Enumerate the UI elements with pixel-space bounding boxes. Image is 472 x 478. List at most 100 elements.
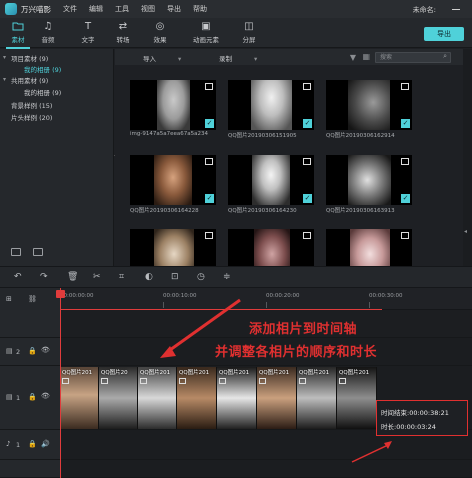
track-header-audio1: ♪ 1 🔒 🔊 [0,430,60,460]
image-type-icon [205,232,213,239]
track-number: 1 [16,441,21,449]
tab-transition-label: 转场 [116,36,130,44]
record-dropdown[interactable]: 录制 ▾ [219,53,257,63]
text-icon: T [84,20,92,32]
playhead[interactable] [60,288,61,478]
tab-effect[interactable]: ◎ 效果 [144,20,176,46]
expand-arrow-icon[interactable]: ▾ [3,76,6,83]
speed-icon[interactable]: ◷ [197,272,205,282]
media-thumb[interactable]: ✓ [326,80,412,130]
media-browser: 导入 ▾ 录制 ▾ ▼ ▦ 搜索 ⌕ ✓ img-9147a5a7eea67a5a2… [115,49,463,266]
track-number: 1 [16,394,21,402]
eye-icon[interactable]: 👁 [41,346,50,354]
filter-icon[interactable]: ▼ [350,53,356,62]
track-header-video1: ▤ 1 🔒 👁 [0,366,60,430]
menu-view[interactable]: 视图 [141,4,155,14]
color-icon[interactable]: ◐ [145,272,153,282]
search-icon[interactable]: ⌕ [443,52,447,61]
minimize-icon[interactable] [452,9,460,10]
tab-media[interactable]: 素材 [2,20,34,49]
link-icon[interactable]: ⛓ [28,295,37,303]
cut-icon[interactable]: ✂ [93,272,101,282]
media-thumb[interactable]: ✓ [228,155,314,205]
timeline-toolbar: ↶ ↷ 🗑 ✂ ⌗ ◐ ⊡ ◷ ≑ [0,266,472,288]
clip-label: QQ图片201 [179,370,210,376]
tab-text-label: 文字 [81,36,95,44]
app-title: 万兴喵影 [21,4,51,14]
new-folder-icon[interactable] [11,248,21,256]
snapshot-icon[interactable]: ⊡ [171,272,179,282]
media-thumb[interactable] [228,229,314,266]
media-caption: QQ图片20190306163913 [326,208,395,214]
timeline-clip[interactable]: QQ图片201 [60,367,99,429]
timeline-clip[interactable]: QQ图片201 [257,367,297,429]
tab-audio[interactable]: ♫ 音频 [32,20,64,46]
record-label: 录制 [219,55,232,63]
library-item-project-album[interactable]: 我的相册 (9) [24,64,61,74]
lock-icon[interactable]: 🔒 [28,393,37,401]
library-item-backgrounds[interactable]: 背景样例 (15) [11,100,52,110]
media-thumb[interactable]: ✓ [130,155,216,205]
media-thumb[interactable]: ✓ [130,80,216,130]
menu-export[interactable]: 导出 [167,4,181,14]
lock-icon[interactable]: 🔒 [28,347,37,355]
tab-transition[interactable]: ⇄ 转场 [107,20,139,46]
playhead-handle[interactable] [56,290,65,298]
timeline-clip[interactable]: QQ图片201 [337,367,377,429]
clip-info-tooltip: 时间结束:00:00:38:21 时长:00:00:03:24 [376,400,468,436]
folder-icon [11,20,25,32]
eye-icon[interactable]: 👁 [41,392,50,400]
library-item-intros[interactable]: 片头样例 (20) [11,112,52,122]
export-button[interactable]: 导出 [424,27,464,41]
crop-icon[interactable]: ⌗ [119,272,124,282]
tab-split-screen[interactable]: ◫ 分屏 [233,20,265,46]
clip-label: QQ图片201 [259,370,290,376]
timeline-clip[interactable]: QQ图片201 [297,367,337,429]
grid-view-icon[interactable]: ▦ [362,52,370,61]
library-item-shared[interactable]: 共用素材 (9) [11,75,48,85]
timecode-label: 00:00:30:00 [369,293,403,299]
menu-edit[interactable]: 编辑 [89,4,103,14]
expand-arrow-icon[interactable]: ▾ [3,54,6,61]
menu-help[interactable]: 帮助 [193,4,207,14]
media-thumb[interactable] [130,229,216,266]
track-header-empty [0,310,60,338]
timeline-ruler[interactable]: 00:00:00:00 00:00:10:00 00:00:20:00 00:0… [60,288,472,310]
timeline-clip[interactable]: QQ图片201 [138,367,177,429]
expand-preview-icon[interactable]: ◂ [464,228,467,235]
media-caption: QQ图片20190306162914 [326,133,395,139]
library-item-project[interactable]: 项目素材 (9) [11,53,48,63]
delete-folder-icon[interactable] [33,248,43,256]
transition-icon: ⇄ [118,20,128,32]
add-track-icon[interactable]: ⊞ [6,295,12,303]
track-number: 2 [16,348,21,356]
menu-tools[interactable]: 工具 [115,4,129,14]
timeline-clip[interactable]: QQ图片201 [217,367,257,429]
import-dropdown[interactable]: 导入 ▾ [143,53,181,63]
duration-text: 时长:00:00:03:24 [381,423,436,431]
search-input[interactable]: 搜索 [375,52,451,63]
speaker-icon[interactable]: 🔊 [41,440,50,448]
media-caption: img-9147a5a7eea67a5a234 [130,131,208,137]
ruler-left-controls: ⊞ ⛓ [0,288,60,310]
timeline-clip[interactable]: QQ图片201 [177,367,217,429]
redo-icon[interactable]: ↷ [40,272,48,282]
delete-icon[interactable]: 🗑 [67,272,78,282]
tab-text[interactable]: T 文字 [72,20,104,46]
undo-icon[interactable]: ↶ [14,272,22,282]
tab-elements[interactable]: ▣ 动画元素 [188,20,224,46]
check-icon: ✓ [303,194,312,203]
audio-mixer-icon[interactable]: ≑ [223,272,231,282]
check-icon: ✓ [303,119,312,128]
library-item-shared-album[interactable]: 我的相册 (9) [24,87,61,97]
clip-label: QQ图片201 [140,370,171,376]
media-thumb[interactable]: ✓ [326,155,412,205]
media-thumb[interactable]: ✓ [228,80,314,130]
lock-icon[interactable]: 🔒 [28,440,37,448]
track-header-video2: ▤ 2 🔒 👁 [0,338,60,366]
timecode-label: 00:00:10:00 [163,293,197,299]
menu-file[interactable]: 文件 [63,4,77,14]
image-type-icon [205,83,213,90]
timeline-clip[interactable]: QQ图片20 [99,367,138,429]
media-thumb[interactable] [326,229,412,266]
